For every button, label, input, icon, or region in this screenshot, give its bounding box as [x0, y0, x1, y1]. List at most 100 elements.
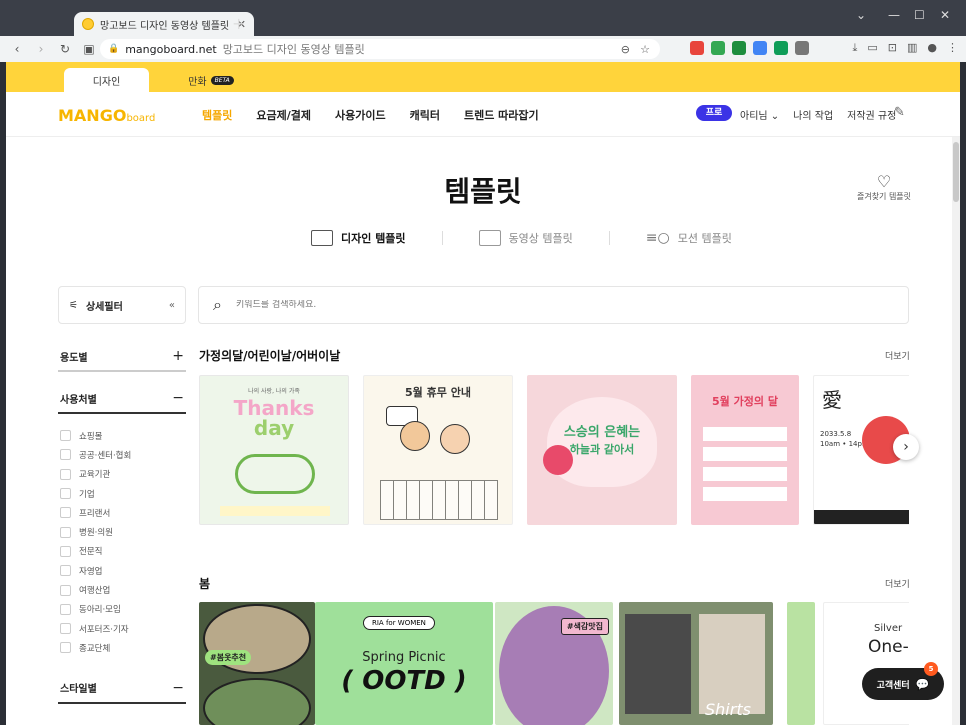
my-work-link[interactable]: 나의 작업: [793, 107, 833, 122]
checkbox[interactable]: [60, 449, 71, 461]
new-tab-icon[interactable]: +: [232, 14, 245, 33]
menu-templates[interactable]: 템플릿: [202, 107, 232, 123]
checkbox[interactable]: [60, 545, 71, 557]
download-icon[interactable]: ⤓: [852, 41, 857, 55]
user-filter-option[interactable]: 여행산업: [58, 580, 186, 599]
menu-icon[interactable]: ⋮: [947, 41, 958, 55]
screenshot-icon[interactable]: ⊡: [888, 41, 897, 55]
more-link[interactable]: 더보기: [885, 349, 910, 362]
extension-icon[interactable]: [690, 41, 704, 55]
search-input[interactable]: [235, 300, 836, 310]
next-slide-button[interactable]: ›: [893, 434, 919, 460]
minimize-icon[interactable]: —: [888, 8, 900, 22]
search-icon[interactable]: ⌕: [213, 295, 222, 315]
checkbox[interactable]: [60, 623, 71, 635]
template-card[interactable]: [787, 602, 815, 725]
tab-design[interactable]: 디자인: [64, 68, 149, 92]
mangoboard-logo[interactable]: MANGOboard: [58, 106, 155, 125]
browser-tab[interactable]: 망고보드 디자인 동영상 템플릿 ✕: [74, 12, 254, 36]
bookmark-icon[interactable]: ☆: [640, 43, 650, 56]
back-icon[interactable]: ‹: [10, 42, 24, 56]
tab-video-template[interactable]: 동영상 템플릿: [478, 230, 573, 246]
user-filter-option[interactable]: 프리랜서: [58, 503, 186, 522]
translate-icon[interactable]: [753, 41, 767, 55]
tab-motion-template[interactable]: ≡○ 모션 템플릿: [646, 230, 732, 246]
cast-icon[interactable]: ▭: [867, 41, 877, 55]
reload-icon[interactable]: ↻: [58, 42, 72, 56]
motion-icon: ≡○: [645, 230, 670, 246]
user-filter-option[interactable]: 동아리·모임: [58, 600, 186, 619]
template-card[interactable]: Silver One-: [823, 602, 909, 725]
card-title-2: day: [253, 416, 295, 440]
template-card[interactable]: Shirts: [619, 602, 773, 725]
tab-search-icon[interactable]: ⌄: [856, 8, 866, 22]
customer-center-button[interactable]: 고객센터 💬 5: [862, 662, 944, 700]
extension-icon[interactable]: [732, 41, 746, 55]
edit-pen-icon[interactable]: ✎: [894, 105, 905, 120]
more-link[interactable]: 더보기: [885, 577, 910, 590]
template-card[interactable]: 5월 가정의 달: [691, 375, 799, 525]
card-title: 스승의 은혜는: [563, 425, 641, 440]
menu-guide[interactable]: 사용가이드: [335, 107, 386, 123]
user-filter-option[interactable]: 교육기관: [58, 465, 186, 484]
favorite-templates-button[interactable]: ♡ 즐겨찾기 템플릿: [854, 172, 914, 202]
detail-filter-button[interactable]: ⚟ 상세필터 «: [58, 286, 186, 324]
checkbox[interactable]: [60, 430, 71, 442]
plus-icon[interactable]: +: [172, 348, 184, 364]
menu-pricing[interactable]: 요금제/결제: [256, 107, 311, 123]
checkbox[interactable]: [60, 507, 71, 519]
checkbox[interactable]: [60, 468, 71, 480]
logo-sub: board: [126, 113, 156, 124]
tab-design-template[interactable]: 디자인 템플릿: [311, 230, 406, 246]
menu-character[interactable]: 캐릭터: [410, 107, 440, 123]
filter-style[interactable]: 스타일별 −: [58, 674, 186, 704]
sidepanel-icon[interactable]: ▥: [907, 41, 917, 55]
user-filter-option[interactable]: 서포터즈·기자: [58, 619, 186, 638]
main-menu: 템플릿 요금제/결제 사용가이드 캐릭터 트렌드 따라잡기: [202, 107, 539, 123]
filter-purpose[interactable]: 용도별 +: [58, 342, 186, 372]
user-filter-option[interactable]: 병원·의원: [58, 522, 186, 541]
site-info-icon[interactable]: ▣: [82, 42, 96, 56]
filter-by-user[interactable]: 사용처별 −: [58, 384, 186, 414]
user-filter-option[interactable]: 자영업: [58, 561, 186, 580]
forward-icon[interactable]: ›: [34, 42, 48, 56]
zoom-icon[interactable]: ⊖: [621, 43, 630, 56]
user-filter-option[interactable]: 종교단체: [58, 638, 186, 657]
pro-badge[interactable]: 프로: [696, 105, 732, 121]
minus-icon[interactable]: −: [172, 390, 184, 406]
checkbox[interactable]: [60, 642, 71, 654]
minus-icon[interactable]: −: [172, 680, 184, 696]
template-card[interactable]: RIA for WOMEN Spring Picnic ( OOTD ): [315, 602, 493, 725]
template-card[interactable]: 스승의 은혜는 하늘과 같아서: [527, 375, 677, 525]
tab-comic[interactable]: 만화 BETA: [176, 68, 246, 92]
page-scrollbar[interactable]: [952, 137, 960, 725]
extension-icon[interactable]: [774, 41, 788, 55]
close-window-icon[interactable]: ✕: [940, 8, 950, 22]
user-filter-option[interactable]: 공공·센터·협회: [58, 445, 186, 464]
user-filter-option[interactable]: 전문직: [58, 542, 186, 561]
template-card[interactable]: #봄옷추천: [199, 602, 315, 725]
copyright-link[interactable]: 저작권 규정: [847, 107, 896, 122]
menu-trend[interactable]: 트렌드 따라잡기: [464, 107, 539, 123]
maximize-icon[interactable]: ☐: [914, 8, 925, 22]
user-filter-option[interactable]: 쇼핑몰: [58, 426, 186, 445]
puzzle-icon[interactable]: [795, 41, 809, 55]
template-card[interactable]: #색감맛집: [495, 602, 613, 725]
user-name-button[interactable]: 아티님 ⌄: [740, 107, 779, 122]
checkbox[interactable]: [60, 603, 71, 615]
template-card[interactable]: 5월 휴무 안내: [363, 375, 513, 525]
logo-text: MANGO: [58, 106, 127, 125]
card-caption: 나의 사랑, 나의 가족: [248, 388, 300, 395]
profile-icon[interactable]: ●: [927, 41, 937, 55]
checkbox[interactable]: [60, 488, 71, 500]
checkbox[interactable]: [60, 565, 71, 577]
checkbox[interactable]: [60, 584, 71, 596]
template-card[interactable]: 나의 사랑, 나의 가족 Thanks day: [199, 375, 349, 525]
filter-label: 상세필터: [85, 301, 123, 313]
user-filter-option[interactable]: 기업: [58, 484, 186, 503]
checkbox[interactable]: [60, 526, 71, 538]
address-bar[interactable]: 🔒 mangoboard.net 망고보드 디자인 동영상 템플릿 ⊖ ☆: [100, 39, 660, 59]
extension-icon[interactable]: [711, 41, 725, 55]
carnation-flower: [543, 445, 573, 475]
collapse-icon[interactable]: «: [169, 300, 175, 311]
